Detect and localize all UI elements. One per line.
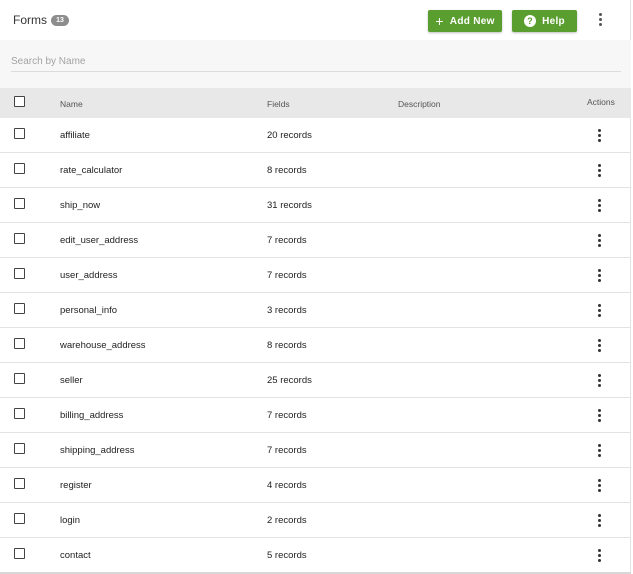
table-row[interactable]: register 4 records <box>0 468 631 503</box>
table-row[interactable]: login 2 records <box>0 503 631 538</box>
row-checkbox[interactable] <box>14 198 25 209</box>
row-actions-icon[interactable] <box>593 547 605 563</box>
form-name[interactable]: rate_calculator <box>60 165 122 176</box>
fields-count: 8 records <box>267 340 307 351</box>
table-row[interactable]: shipping_address 7 records <box>0 433 631 468</box>
table-header: Name Fields Description Actions <box>0 88 631 118</box>
help-button[interactable]: ? Help <box>512 10 577 32</box>
more-vertical-icon[interactable] <box>594 11 606 27</box>
table-row[interactable]: user_address 7 records <box>0 258 631 293</box>
row-checkbox[interactable] <box>14 408 25 419</box>
row-checkbox[interactable] <box>14 233 25 244</box>
row-actions-icon[interactable] <box>593 512 605 528</box>
table-row[interactable]: contact 5 records <box>0 538 631 573</box>
row-actions-icon[interactable] <box>593 372 605 388</box>
form-name[interactable]: personal_info <box>60 305 117 316</box>
row-checkbox[interactable] <box>14 548 25 559</box>
form-name[interactable]: billing_address <box>60 410 123 421</box>
select-all-checkbox[interactable] <box>14 96 25 107</box>
row-actions-icon[interactable] <box>593 442 605 458</box>
forms-panel: Forms 13 + Add New ? Help Name Fields De… <box>0 0 631 574</box>
fields-count: 31 records <box>267 200 312 211</box>
table-row[interactable]: personal_info 3 records <box>0 293 631 328</box>
row-actions-icon[interactable] <box>593 407 605 423</box>
fields-count: 20 records <box>267 130 312 141</box>
search-bar <box>0 40 631 88</box>
fields-count: 7 records <box>267 410 307 421</box>
form-name[interactable]: login <box>60 515 80 526</box>
fields-count: 25 records <box>267 375 312 386</box>
help-label: Help <box>542 15 565 27</box>
row-actions-icon[interactable] <box>593 267 605 283</box>
column-header-fields[interactable]: Fields <box>267 99 290 109</box>
table-row[interactable]: billing_address 7 records <box>0 398 631 433</box>
fields-count: 7 records <box>267 270 307 281</box>
panel-header: Forms 13 + Add New ? Help <box>0 0 631 40</box>
add-new-button[interactable]: + Add New <box>428 10 502 32</box>
row-checkbox[interactable] <box>14 128 25 139</box>
row-checkbox[interactable] <box>14 373 25 384</box>
table-row[interactable]: affiliate 20 records <box>0 118 631 153</box>
fields-count: 8 records <box>267 165 307 176</box>
table-row[interactable]: rate_calculator 8 records <box>0 153 631 188</box>
row-actions-icon[interactable] <box>593 477 605 493</box>
row-checkbox[interactable] <box>14 443 25 454</box>
fields-count: 5 records <box>267 550 307 561</box>
table-row[interactable]: warehouse_address 8 records <box>0 328 631 363</box>
column-header-actions: Actions <box>587 97 615 107</box>
row-checkbox[interactable] <box>14 303 25 314</box>
row-actions-icon[interactable] <box>593 302 605 318</box>
help-circle-icon: ? <box>524 15 537 27</box>
table-row[interactable]: edit_user_address 7 records <box>0 223 631 258</box>
fields-count: 4 records <box>267 480 307 491</box>
add-new-label: Add New <box>449 15 495 27</box>
fields-count: 3 records <box>267 305 307 316</box>
row-checkbox[interactable] <box>14 478 25 489</box>
form-name[interactable]: shipping_address <box>60 445 134 456</box>
table-row[interactable]: ship_now 31 records <box>0 188 631 223</box>
form-name[interactable]: ship_now <box>60 200 100 211</box>
row-actions-icon[interactable] <box>593 232 605 248</box>
row-checkbox[interactable] <box>14 268 25 279</box>
form-name[interactable]: seller <box>60 375 83 386</box>
table-body: affiliate 20 records rate_calculator 8 r… <box>0 118 631 573</box>
page-title: Forms <box>13 13 47 27</box>
form-name[interactable]: contact <box>60 550 91 561</box>
column-header-description[interactable]: Description <box>398 99 441 109</box>
row-checkbox[interactable] <box>14 513 25 524</box>
form-name[interactable]: user_address <box>60 270 118 281</box>
row-actions-icon[interactable] <box>593 337 605 353</box>
table-row[interactable]: seller 25 records <box>0 363 631 398</box>
form-name[interactable]: affiliate <box>60 130 90 141</box>
row-checkbox[interactable] <box>14 338 25 349</box>
count-badge: 13 <box>51 15 69 26</box>
row-checkbox[interactable] <box>14 163 25 174</box>
fields-count: 7 records <box>267 445 307 456</box>
form-name[interactable]: register <box>60 480 92 491</box>
search-input[interactable] <box>11 52 621 72</box>
fields-count: 7 records <box>267 235 307 246</box>
row-actions-icon[interactable] <box>593 127 605 143</box>
plus-icon: + <box>435 12 444 29</box>
column-header-name[interactable]: Name <box>60 99 83 109</box>
fields-count: 2 records <box>267 515 307 526</box>
form-name[interactable]: edit_user_address <box>60 235 138 246</box>
row-actions-icon[interactable] <box>593 162 605 178</box>
form-name[interactable]: warehouse_address <box>60 340 146 351</box>
row-actions-icon[interactable] <box>593 197 605 213</box>
